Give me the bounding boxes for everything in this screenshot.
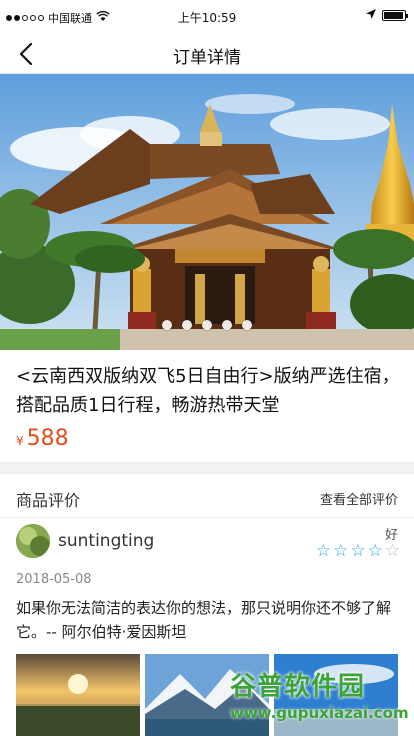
reviews-title: 商品评价	[16, 491, 81, 510]
carousel-dot[interactable]	[202, 320, 212, 330]
star-filled-icon: ☆	[315, 541, 331, 561]
hero-image-carousel[interactable]	[0, 74, 414, 350]
watermark: 谷普软件园 www.gupuxiazai.com	[226, 666, 414, 736]
review-date: 2018-05-08	[16, 572, 92, 587]
star-filled-icon: ☆	[350, 541, 366, 561]
product-title: <云南西双版纳双飞5日自由行>版纳严选住宿，搭配品质1日行程，畅游热带天堂	[16, 366, 400, 416]
clock: 上午10:59	[177, 11, 237, 25]
carousel-indicator	[0, 320, 414, 330]
page-title: 订单详情	[173, 48, 241, 68]
star-rating: ☆ ☆ ☆ ☆ ☆	[316, 542, 400, 560]
reviews-header: 商品评价 查看全部评价	[0, 474, 414, 518]
carousel-dot[interactable]	[222, 320, 232, 330]
carousel-dot[interactable]	[162, 320, 172, 330]
product-info: <云南西双版纳双飞5日自由行>版纳严选住宿，搭配品质1日行程，畅游热带天堂 ¥ …	[0, 350, 414, 462]
watermark-title: 谷普软件园	[230, 672, 366, 702]
price-value: 588	[26, 426, 69, 451]
nav-bar: 订单详情	[0, 34, 414, 74]
carousel-dot[interactable]	[242, 320, 252, 330]
star-empty-icon: ☆	[384, 541, 400, 561]
status-bar: 中国联通 上午10:59	[0, 0, 414, 34]
avatar[interactable]	[16, 524, 50, 558]
carousel-dot[interactable]	[182, 320, 192, 330]
temple-image	[0, 74, 414, 350]
watermark-url: www.gupuxiazai.com	[230, 704, 409, 722]
star-filled-icon: ☆	[367, 541, 383, 561]
view-all-reviews-link[interactable]: 查看全部评价	[320, 489, 398, 508]
review-text: 如果你无法简洁的表达你的想法，那只说明你还不够了解它。-- 阿尔伯特·爱因斯坦	[16, 599, 392, 641]
location-arrow-icon	[366, 9, 376, 22]
currency-symbol: ¥	[16, 434, 24, 448]
status-right	[366, 9, 408, 22]
review-photo[interactable]	[16, 654, 140, 736]
star-filled-icon: ☆	[333, 541, 349, 561]
reviewer-name: suntingting	[58, 531, 155, 551]
product-price: ¥ 588	[16, 426, 69, 451]
battery-icon	[382, 10, 408, 21]
